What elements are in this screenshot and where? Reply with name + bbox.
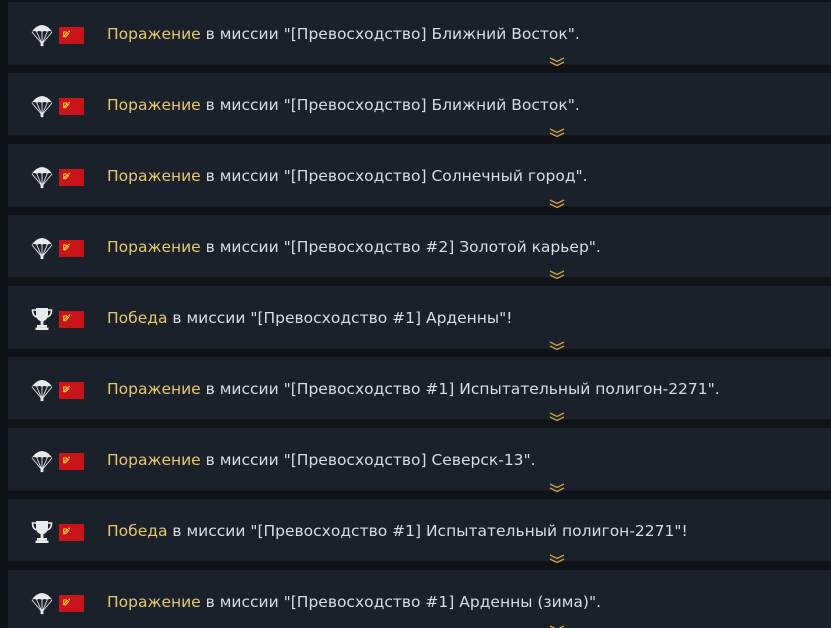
mission-result-item[interactable]: Поражение в миссии "[Превосходство #1] А…: [8, 570, 831, 628]
ussr-flag-icon: [59, 595, 84, 612]
ussr-flag-icon: [59, 524, 84, 541]
result-message: Поражение в миссии "[Превосходство] Солн…: [107, 166, 588, 186]
result-message: Поражение в миссии "[Превосходство] Севе…: [107, 450, 536, 470]
mission-result-item[interactable]: Поражение в миссии "[Превосходство] Солн…: [8, 144, 831, 209]
mission-result-item[interactable]: Поражение в миссии "[Превосходство] Ближ…: [8, 73, 831, 138]
result-message: Поражение в миссии "[Превосходство #1] А…: [107, 592, 601, 612]
mission-result-item[interactable]: Победа в миссии "[Превосходство #1] Испы…: [8, 499, 831, 564]
ussr-flag-icon: [59, 98, 84, 115]
expand-chevron-icon[interactable]: [549, 52, 565, 67]
mission-result-item[interactable]: Поражение в миссии "[Превосходство] Севе…: [8, 428, 831, 493]
result-status: Поражение: [107, 238, 201, 256]
ussr-flag-icon: [59, 27, 84, 44]
mission-text: в миссии "[Превосходство #1] Арденны (зи…: [200, 593, 602, 611]
result-status: Поражение: [107, 25, 201, 43]
parachute-icon: [30, 448, 54, 474]
result-status: Поражение: [107, 96, 201, 114]
result-message: Победа в миссии "[Превосходство #1] Испы…: [107, 521, 688, 541]
result-status: Поражение: [107, 167, 201, 185]
mission-result-item[interactable]: Поражение в миссии "[Превосходство #1] И…: [8, 357, 831, 422]
result-message: Поражение в миссии "[Превосходство #1] И…: [107, 379, 720, 399]
parachute-icon: [30, 164, 54, 190]
ussr-flag-icon: [59, 169, 84, 186]
expand-chevron-icon[interactable]: [549, 549, 565, 564]
expand-chevron-icon[interactable]: [549, 265, 565, 280]
trophy-icon: [30, 519, 54, 545]
result-status: Победа: [107, 309, 168, 327]
ussr-flag-icon: [59, 382, 84, 399]
mission-text: в миссии "[Превосходство] Северск-13".: [200, 451, 536, 469]
expand-chevron-icon[interactable]: [549, 478, 565, 493]
result-status: Победа: [107, 522, 168, 540]
expand-chevron-icon[interactable]: [549, 407, 565, 422]
expand-chevron-icon[interactable]: [549, 194, 565, 209]
mission-text: в миссии "[Превосходство #1] Испытательн…: [200, 380, 720, 398]
expand-chevron-icon[interactable]: [549, 123, 565, 138]
parachute-icon: [30, 235, 54, 261]
result-status: Поражение: [107, 380, 201, 398]
mission-text: в миссии "[Превосходство] Ближний Восток…: [200, 25, 580, 43]
ussr-flag-icon: [59, 240, 84, 257]
mission-result-item[interactable]: Поражение в миссии "[Превосходство] Ближ…: [8, 2, 831, 67]
mission-result-item[interactable]: Поражение в миссии "[Превосходство #2] З…: [8, 215, 831, 280]
mission-result-item[interactable]: Победа в миссии "[Превосходство #1] Арде…: [8, 286, 831, 351]
result-message: Поражение в миссии "[Превосходство] Ближ…: [107, 24, 580, 44]
mission-results-list: Поражение в миссии "[Превосходство] Ближ…: [0, 0, 831, 628]
ussr-flag-icon: [59, 311, 84, 328]
result-message: Победа в миссии "[Превосходство #1] Арде…: [107, 308, 513, 328]
mission-text: в миссии "[Превосходство] Ближний Восток…: [200, 96, 580, 114]
result-status: Поражение: [107, 451, 201, 469]
parachute-icon: [30, 377, 54, 403]
ussr-flag-icon: [59, 453, 84, 470]
mission-text: в миссии "[Превосходство #2] Золотой кар…: [200, 238, 601, 256]
result-message: Поражение в миссии "[Превосходство #2] З…: [107, 237, 601, 257]
trophy-icon: [30, 306, 54, 332]
result-message: Поражение в миссии "[Превосходство] Ближ…: [107, 95, 580, 115]
expand-chevron-icon[interactable]: [549, 620, 565, 628]
parachute-icon: [30, 93, 54, 119]
mission-text: в миссии "[Превосходство #1] Испытательн…: [167, 522, 688, 540]
parachute-icon: [30, 22, 54, 48]
mission-text: в миссии "[Превосходство #1] Арденны"!: [167, 309, 513, 327]
expand-chevron-icon[interactable]: [549, 336, 565, 351]
result-status: Поражение: [107, 593, 201, 611]
parachute-icon: [30, 590, 54, 616]
mission-text: в миссии "[Превосходство] Солнечный горо…: [200, 167, 588, 185]
